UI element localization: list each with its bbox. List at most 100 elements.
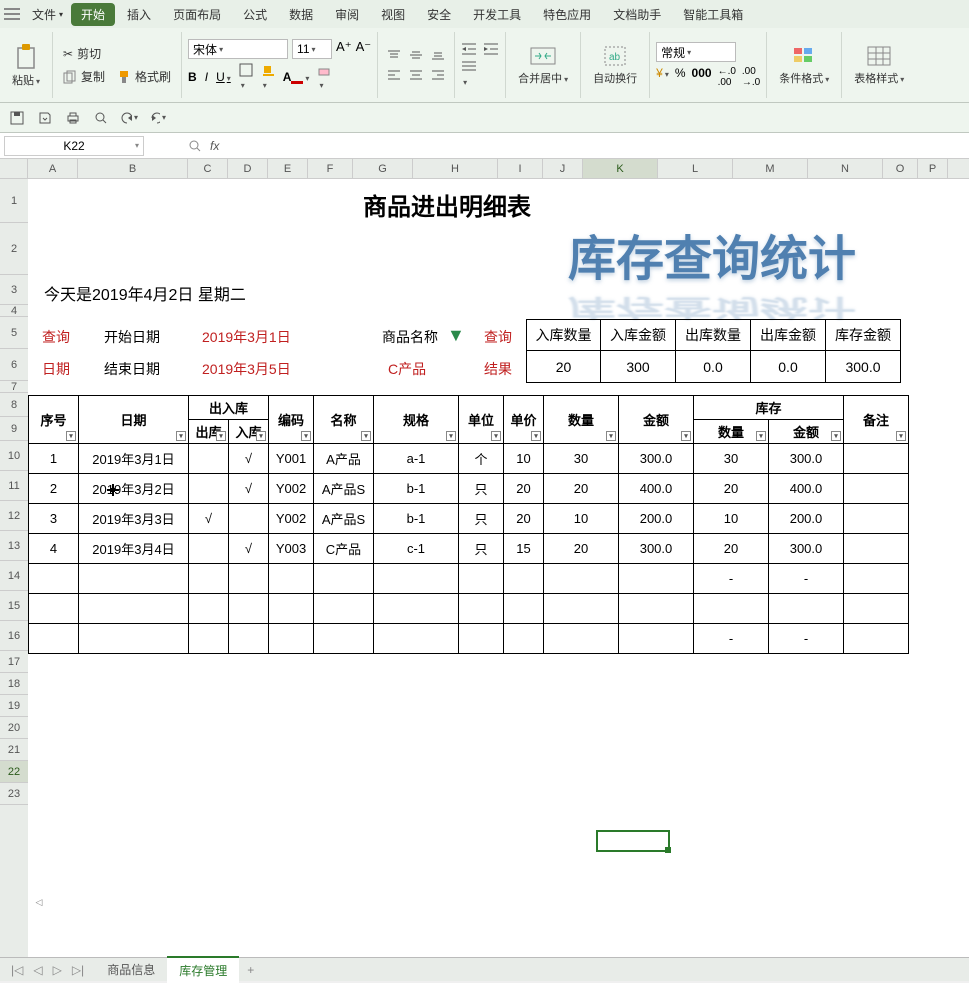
column-header[interactable]: M — [733, 159, 808, 178]
table-cell[interactable]: √ — [229, 534, 269, 564]
table-cell[interactable] — [544, 564, 619, 594]
tab-data[interactable]: 数据 — [279, 3, 323, 26]
table-style-button[interactable]: 表格样式▾ — [848, 42, 910, 88]
table-cell[interactable] — [459, 594, 504, 624]
table-cell[interactable]: 20 — [544, 534, 619, 564]
table-cell[interactable]: Y003 — [269, 534, 314, 564]
currency-button[interactable]: ¥▾ — [656, 66, 669, 88]
cond-format-button[interactable]: 条件格式▾ — [773, 42, 835, 88]
table-cell[interactable]: 10 — [694, 504, 769, 534]
tab-nav-next[interactable]: ▷ — [50, 963, 65, 977]
table-cell[interactable]: √ — [229, 444, 269, 474]
tab-dev-tools[interactable]: 开发工具 — [463, 3, 531, 26]
table-cell[interactable]: 20 — [694, 474, 769, 504]
row-header[interactable]: 4 — [0, 305, 28, 317]
table-cell[interactable] — [269, 624, 314, 654]
tab-nav-last[interactable]: ▷| — [69, 963, 87, 977]
table-cell[interactable]: c-1 — [374, 534, 459, 564]
table-cell[interactable] — [189, 624, 229, 654]
column-header[interactable]: N — [808, 159, 883, 178]
border-button[interactable]: ▾ — [239, 63, 253, 91]
row-header[interactable]: 5 — [0, 317, 28, 349]
column-header[interactable]: P — [918, 159, 948, 178]
underline-button[interactable]: U▾ — [216, 70, 231, 84]
italic-button[interactable]: I — [205, 70, 208, 84]
menu-file[interactable]: 文件▾ — [26, 4, 69, 25]
increase-font-button[interactable]: A⁺ — [336, 39, 352, 59]
filter-button[interactable]: ▾ — [66, 431, 76, 441]
table-cell[interactable]: √ — [189, 504, 229, 534]
tab-view[interactable]: 视图 — [371, 3, 415, 26]
fill-handle[interactable] — [665, 847, 671, 853]
row-header[interactable]: 17 — [0, 651, 28, 673]
name-box[interactable]: K22▾ — [4, 136, 144, 156]
table-cell[interactable] — [504, 624, 544, 654]
table-cell[interactable] — [29, 624, 79, 654]
cut-button[interactable]: ✂剪切 — [59, 43, 175, 64]
decrease-decimal-button[interactable]: .00→.0 — [742, 66, 760, 88]
filter-button[interactable]: ▾ — [361, 431, 371, 441]
table-cell[interactable]: 1 — [29, 444, 79, 474]
table-cell[interactable]: 只 — [459, 474, 504, 504]
table-cell[interactable] — [844, 504, 909, 534]
tab-formula[interactable]: 公式 — [233, 3, 277, 26]
table-cell[interactable]: A产品 — [314, 444, 374, 474]
filter-button[interactable]: ▾ — [256, 431, 266, 441]
column-header[interactable]: D — [228, 159, 268, 178]
table-cell[interactable]: 400.0 — [619, 474, 694, 504]
row-header[interactable]: 2 — [0, 223, 28, 275]
column-header[interactable]: I — [498, 159, 543, 178]
table-cell[interactable] — [844, 534, 909, 564]
column-header[interactable]: E — [268, 159, 308, 178]
hamburger-icon[interactable] — [4, 7, 20, 21]
table-cell[interactable] — [844, 594, 909, 624]
table-cell[interactable] — [619, 594, 694, 624]
column-header[interactable]: O — [883, 159, 918, 178]
table-cell[interactable]: Y001 — [269, 444, 314, 474]
row-header[interactable]: 20 — [0, 717, 28, 739]
tab-special[interactable]: 特色应用 — [533, 3, 601, 26]
table-cell[interactable] — [314, 624, 374, 654]
table-cell[interactable]: 2019年3月2日 — [79, 474, 189, 504]
table-cell[interactable]: - — [694, 624, 769, 654]
table-cell[interactable] — [269, 564, 314, 594]
search-fx-button[interactable] — [188, 139, 202, 153]
decrease-font-button[interactable]: A⁻ — [356, 39, 372, 59]
table-cell[interactable]: 200.0 — [619, 504, 694, 534]
undo-button[interactable]: ▾ — [120, 109, 138, 127]
align-left-button[interactable] — [384, 66, 404, 84]
bold-button[interactable]: B — [188, 70, 197, 84]
table-cell[interactable]: 300.0 — [769, 444, 844, 474]
filter-button[interactable]: ▾ — [176, 431, 186, 441]
table-cell[interactable]: 20 — [544, 474, 619, 504]
tab-page-layout[interactable]: 页面布局 — [163, 3, 231, 26]
sheet-tab-info[interactable]: 商品信息 — [95, 957, 167, 982]
table-cell[interactable]: 个 — [459, 444, 504, 474]
filter-button[interactable]: ▾ — [491, 431, 501, 441]
redo-button[interactable]: ▾ — [148, 109, 166, 127]
filter-button[interactable]: ▾ — [216, 431, 226, 441]
scroll-left-icon[interactable]: ◁ — [30, 895, 48, 909]
table-cell[interactable] — [229, 594, 269, 624]
table-cell[interactable]: b-1 — [374, 474, 459, 504]
column-header[interactable]: A — [28, 159, 78, 178]
row-header[interactable]: 6 — [0, 349, 28, 381]
table-cell[interactable]: Y002 — [269, 504, 314, 534]
tab-smart-toolbox[interactable]: 智能工具箱 — [673, 3, 753, 26]
table-cell[interactable] — [189, 474, 229, 504]
table-cell[interactable] — [459, 624, 504, 654]
row-header[interactable]: 14 — [0, 561, 28, 591]
fill-color-button[interactable]: ▾ — [261, 63, 275, 91]
align-middle-button[interactable] — [406, 46, 426, 64]
row-header[interactable]: 21 — [0, 739, 28, 761]
row-header[interactable]: 16 — [0, 621, 28, 651]
table-cell[interactable]: 2 — [29, 474, 79, 504]
table-cell[interactable]: 2019年3月3日 — [79, 504, 189, 534]
table-cell[interactable] — [189, 534, 229, 564]
table-cell[interactable] — [374, 624, 459, 654]
table-cell[interactable] — [189, 564, 229, 594]
table-cell[interactable]: 30 — [544, 444, 619, 474]
table-cell[interactable] — [79, 594, 189, 624]
table-cell[interactable]: 20 — [504, 474, 544, 504]
table-cell[interactable] — [544, 624, 619, 654]
